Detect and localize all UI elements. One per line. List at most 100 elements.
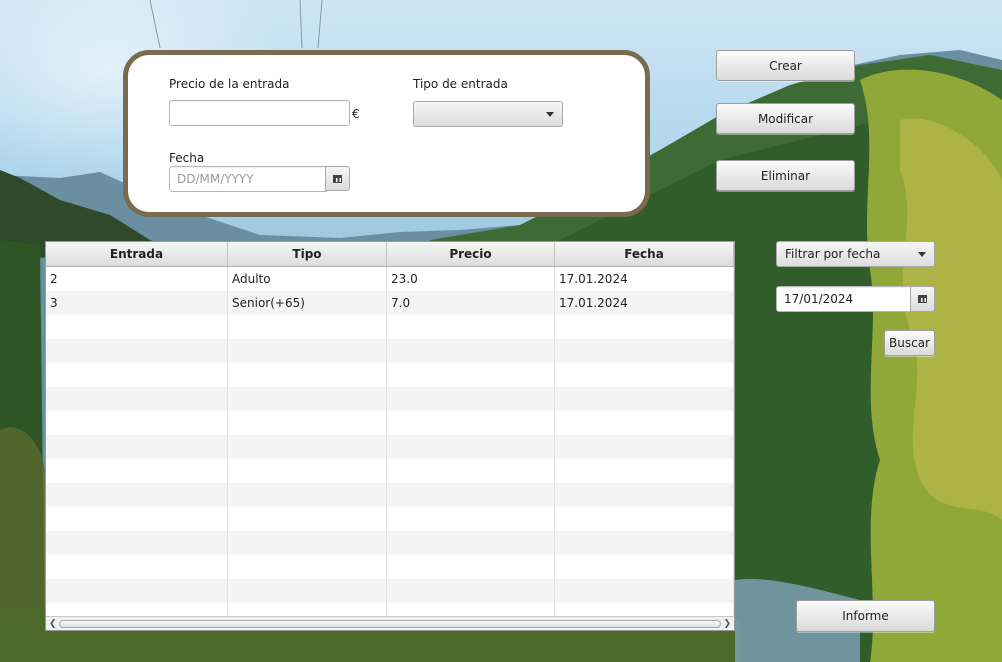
report-button[interactable]: Informe — [796, 600, 935, 632]
chevron-down-icon — [546, 112, 554, 117]
cell-empty — [555, 435, 734, 459]
price-input[interactable] — [169, 100, 350, 126]
table-row-empty[interactable] — [46, 339, 734, 363]
cell-empty — [46, 459, 228, 483]
cell-empty — [555, 531, 734, 555]
cell-empty — [228, 387, 387, 411]
table-row-empty[interactable] — [46, 579, 734, 603]
cell-empty — [228, 435, 387, 459]
cell-empty — [387, 315, 555, 339]
date-picker-button[interactable] — [325, 166, 350, 191]
table-row-empty[interactable] — [46, 363, 734, 387]
filter-mode-value: Filtrar por fecha — [785, 247, 881, 261]
cell-empty — [46, 363, 228, 387]
ticket-type-combobox[interactable] — [413, 101, 563, 127]
table-row-empty[interactable] — [46, 483, 734, 507]
delete-button[interactable]: Eliminar — [716, 160, 855, 191]
cell-empty — [228, 531, 387, 555]
cell-empty — [46, 435, 228, 459]
table-row-empty[interactable] — [46, 411, 734, 435]
cell-precio: 23.0 — [387, 267, 555, 291]
cell-empty — [228, 411, 387, 435]
table-row[interactable]: 2 Adulto 23.0 17.01.2024 — [46, 267, 734, 291]
cell-empty — [555, 507, 734, 531]
scroll-right-icon[interactable]: ❯ — [723, 619, 731, 629]
cell-empty — [46, 339, 228, 363]
cell-empty — [387, 483, 555, 507]
cell-empty — [387, 339, 555, 363]
cell-fecha: 17.01.2024 — [555, 291, 734, 315]
filter-mode-combobox[interactable]: Filtrar por fecha — [776, 241, 935, 267]
cell-empty — [555, 483, 734, 507]
filter-date-picker-button[interactable] — [910, 286, 935, 312]
chevron-down-icon — [918, 252, 926, 257]
price-label: Precio de la entrada — [169, 77, 290, 91]
cell-empty — [387, 555, 555, 579]
cell-empty — [228, 363, 387, 387]
cell-empty — [228, 483, 387, 507]
table-row-empty[interactable] — [46, 315, 734, 339]
cell-empty — [46, 531, 228, 555]
cell-empty — [46, 507, 228, 531]
date-label: Fecha — [169, 151, 205, 165]
cell-empty — [228, 579, 387, 603]
table-row-empty[interactable] — [46, 507, 734, 531]
cell-empty — [555, 459, 734, 483]
cell-empty — [387, 507, 555, 531]
column-header-fecha[interactable]: Fecha — [555, 242, 734, 266]
create-button[interactable]: Crear — [716, 50, 855, 81]
search-button[interactable]: Buscar — [884, 330, 935, 356]
cell-entrada: 3 — [46, 291, 228, 315]
scroll-left-icon[interactable]: ❮ — [49, 619, 57, 629]
cell-empty — [555, 387, 734, 411]
cell-empty — [387, 435, 555, 459]
filter-date-input[interactable] — [776, 286, 912, 312]
table-row-empty[interactable] — [46, 555, 734, 579]
cell-empty — [228, 459, 387, 483]
cell-empty — [555, 339, 734, 363]
tickets-table[interactable]: Entrada Tipo Precio Fecha 2 Adulto 23.0 … — [45, 241, 735, 631]
cell-empty — [555, 363, 734, 387]
cell-empty — [555, 555, 734, 579]
cell-empty — [46, 579, 228, 603]
table-row[interactable]: 3 Senior(+65) 7.0 17.01.2024 — [46, 291, 734, 315]
currency-symbol: € — [352, 107, 360, 121]
cell-empty — [555, 579, 734, 603]
date-input[interactable] — [169, 166, 327, 192]
calendar-icon — [918, 295, 927, 303]
table-row-empty[interactable] — [46, 459, 734, 483]
ticket-form-panel: Precio de la entrada € Tipo de entrada F… — [123, 50, 650, 217]
table-header: Entrada Tipo Precio Fecha — [46, 242, 734, 267]
column-header-precio[interactable]: Precio — [387, 242, 555, 266]
table-row-empty[interactable] — [46, 387, 734, 411]
cell-empty — [46, 411, 228, 435]
cell-entrada: 2 — [46, 267, 228, 291]
column-header-entrada[interactable]: Entrada — [46, 242, 228, 266]
table-row-empty[interactable] — [46, 531, 734, 555]
cell-empty — [555, 411, 734, 435]
cell-empty — [228, 555, 387, 579]
ticket-type-label: Tipo de entrada — [413, 77, 508, 91]
cell-tipo: Senior(+65) — [228, 291, 387, 315]
table-body: 2 Adulto 23.0 17.01.2024 3 Senior(+65) 7… — [46, 267, 734, 627]
table-row-empty[interactable] — [46, 435, 734, 459]
cell-empty — [387, 579, 555, 603]
cell-empty — [387, 363, 555, 387]
cell-precio: 7.0 — [387, 291, 555, 315]
cell-empty — [387, 531, 555, 555]
cell-empty — [387, 411, 555, 435]
cell-empty — [46, 555, 228, 579]
cell-tipo: Adulto — [228, 267, 387, 291]
cell-empty — [387, 459, 555, 483]
column-header-tipo[interactable]: Tipo — [228, 242, 387, 266]
cell-empty — [46, 483, 228, 507]
cell-empty — [46, 315, 228, 339]
scrollbar-thumb[interactable] — [59, 620, 721, 628]
cell-empty — [228, 507, 387, 531]
cell-empty — [387, 387, 555, 411]
modify-button[interactable]: Modificar — [716, 103, 855, 134]
cell-fecha: 17.01.2024 — [555, 267, 734, 291]
calendar-icon — [333, 174, 342, 183]
cell-empty — [555, 315, 734, 339]
horizontal-scrollbar[interactable]: ❮ ❯ — [46, 616, 734, 630]
